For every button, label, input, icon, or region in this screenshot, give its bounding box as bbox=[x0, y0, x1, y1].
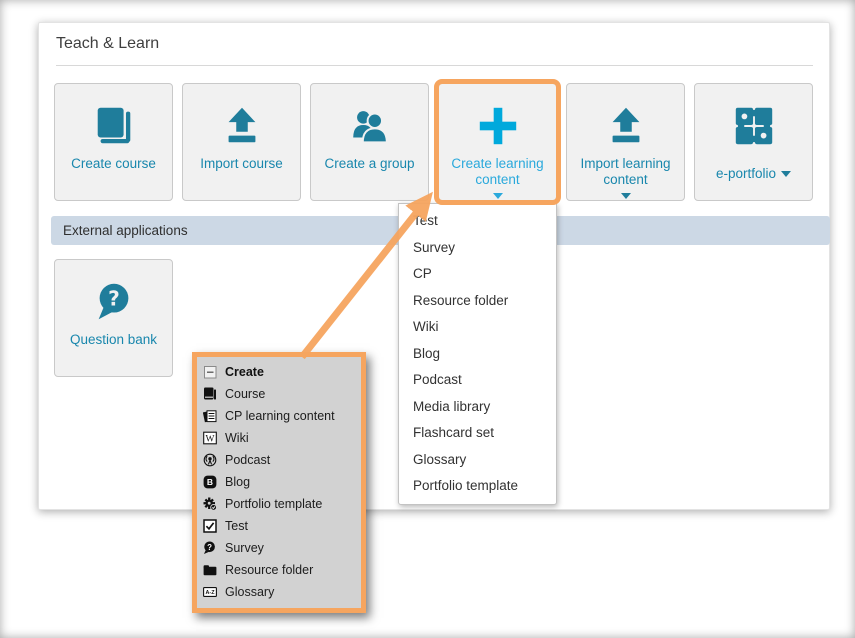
checkbox-icon bbox=[203, 519, 217, 533]
podcast-icon bbox=[203, 453, 217, 467]
tile-label: Create course bbox=[65, 156, 162, 172]
book-icon bbox=[91, 100, 137, 152]
context-item-cp-learning-content[interactable]: CP learning content bbox=[203, 405, 355, 427]
tile-label: Create a group bbox=[318, 156, 420, 172]
az-icon: A-Z bbox=[203, 585, 217, 599]
dropdown-item-flashcard-set[interactable]: Flashcard set bbox=[399, 420, 556, 447]
tile-label: e-portfolio bbox=[710, 166, 797, 182]
question-bubble-icon: ? bbox=[91, 276, 137, 328]
section-label: External applications bbox=[63, 223, 188, 238]
dropdown-item-survey[interactable]: Survey bbox=[399, 235, 556, 262]
chevron-down-icon bbox=[781, 171, 791, 177]
context-item-blog[interactable]: B Blog bbox=[203, 471, 355, 493]
context-item-course[interactable]: Course bbox=[203, 383, 355, 405]
context-item-wiki[interactable]: W Wiki bbox=[203, 427, 355, 449]
tile-e-portfolio[interactable]: e-portfolio bbox=[694, 83, 813, 201]
upload-icon bbox=[603, 100, 649, 152]
tile-import-learning-content[interactable]: Import learning content bbox=[566, 83, 685, 201]
dropdown-item-test[interactable]: Test bbox=[399, 208, 556, 235]
create-learning-content-dropdown: Test Survey CP Resource folder Wiki Blog… bbox=[398, 203, 557, 505]
context-item-survey[interactable]: ? Survey bbox=[203, 537, 355, 559]
wiki-icon: W bbox=[203, 431, 217, 445]
tile-question-bank[interactable]: ? Question bank bbox=[54, 259, 173, 377]
pages-icon bbox=[203, 409, 217, 423]
plus-icon bbox=[475, 100, 521, 152]
svg-text:?: ? bbox=[108, 286, 120, 310]
dropdown-item-portfolio-template[interactable]: Portfolio template bbox=[399, 473, 556, 500]
tile-label: Create learning content bbox=[439, 156, 556, 188]
book-icon bbox=[203, 387, 217, 401]
svg-text:?: ? bbox=[207, 543, 212, 552]
tile-label: Question bank bbox=[64, 332, 163, 348]
tile-import-course[interactable]: Import course bbox=[182, 83, 301, 201]
blog-icon: B bbox=[203, 475, 217, 489]
context-item-glossary[interactable]: A-Z Glossary bbox=[203, 581, 355, 603]
context-item-portfolio-template[interactable]: Portfolio template bbox=[203, 493, 355, 515]
chevron-down-icon bbox=[493, 193, 503, 199]
teach-and-learn-page: Teach & Learn Create course bbox=[0, 0, 855, 638]
svg-text:A-Z: A-Z bbox=[206, 590, 216, 596]
question-bubble-icon: ? bbox=[203, 541, 217, 555]
create-context-menu: Create Course bbox=[192, 352, 366, 613]
dropdown-item-resource-folder[interactable]: Resource folder bbox=[399, 288, 556, 315]
puzzle-icon bbox=[731, 100, 777, 152]
dropdown-item-blog[interactable]: Blog bbox=[399, 341, 556, 368]
upload-icon bbox=[219, 100, 265, 152]
tile-label: Import learning content bbox=[567, 156, 684, 188]
gear-check-icon bbox=[203, 497, 217, 511]
context-item-resource-folder[interactable]: Resource folder bbox=[203, 559, 355, 581]
context-menu-header[interactable]: Create bbox=[203, 361, 355, 383]
dropdown-item-glossary[interactable]: Glossary bbox=[399, 447, 556, 474]
tile-create-learning-content[interactable]: Create learning content bbox=[438, 83, 557, 201]
tile-create-course[interactable]: Create course bbox=[54, 83, 173, 201]
dropdown-item-media-library[interactable]: Media library bbox=[399, 394, 556, 421]
collapse-icon bbox=[203, 365, 217, 379]
dropdown-item-podcast[interactable]: Podcast bbox=[399, 367, 556, 394]
dropdown-item-wiki[interactable]: Wiki bbox=[399, 314, 556, 341]
context-item-test[interactable]: Test bbox=[203, 515, 355, 537]
chevron-down-icon bbox=[621, 193, 631, 199]
title-divider bbox=[56, 65, 813, 66]
page-title: Teach & Learn bbox=[56, 35, 159, 53]
tile-label: Import course bbox=[194, 156, 289, 172]
svg-text:W: W bbox=[206, 435, 215, 445]
context-item-podcast[interactable]: Podcast bbox=[203, 449, 355, 471]
tile-create-a-group[interactable]: Create a group bbox=[310, 83, 429, 201]
dropdown-item-cp[interactable]: CP bbox=[399, 261, 556, 288]
group-icon bbox=[347, 100, 393, 152]
folder-icon bbox=[203, 563, 217, 577]
svg-text:B: B bbox=[207, 477, 213, 487]
